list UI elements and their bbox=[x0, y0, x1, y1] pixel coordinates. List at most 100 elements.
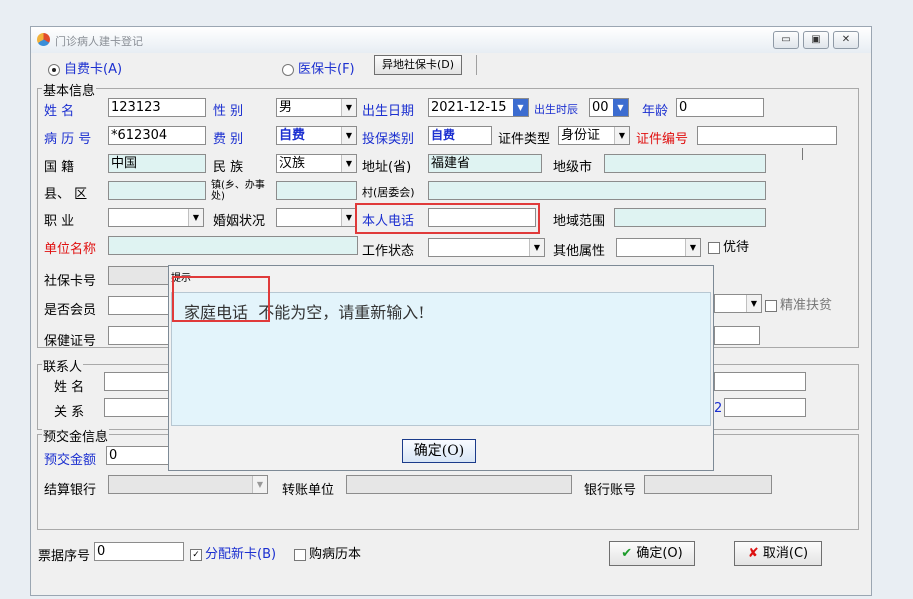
village-input[interactable] bbox=[428, 181, 766, 200]
province-input[interactable]: 福建省 bbox=[428, 154, 542, 173]
buy-book-checkbox[interactable]: 购病历本 bbox=[294, 543, 361, 562]
other-attr-label: 其他属性 bbox=[553, 244, 606, 259]
phone-label: 本人电话 bbox=[362, 214, 415, 229]
region-input[interactable] bbox=[614, 208, 766, 227]
chevron-down-icon[interactable]: ▼ bbox=[252, 476, 267, 493]
health-extra-input[interactable] bbox=[714, 326, 760, 345]
receipt-label: 票据序号 bbox=[38, 549, 91, 564]
maximize-button[interactable]: ▣ bbox=[803, 31, 829, 49]
basic-info-title: 基本信息 bbox=[42, 80, 97, 99]
fee-type-label: 费 别 bbox=[213, 132, 244, 147]
app-icon bbox=[37, 33, 50, 46]
checkbox-icon bbox=[294, 548, 306, 561]
birth-date-input[interactable]: 2021-12-15 ▼ bbox=[428, 98, 529, 117]
town-input[interactable] bbox=[276, 181, 357, 200]
chevron-down-icon[interactable]: ▼ bbox=[614, 127, 629, 144]
self-pay-radio[interactable]: 自费卡(A) bbox=[48, 58, 122, 77]
id-no-input[interactable] bbox=[697, 126, 837, 145]
fee-type-select[interactable]: 自费 ▼ bbox=[276, 126, 357, 145]
marital-select[interactable]: ▼ bbox=[276, 208, 357, 227]
contact-relation-input[interactable] bbox=[104, 398, 170, 417]
id-no-label: 证件编号 bbox=[636, 132, 689, 147]
title-bar: 门诊病人建卡登记 ▭ ▣ ✕ bbox=[31, 27, 871, 53]
text-cursor bbox=[802, 148, 803, 160]
social-card-label: 社保卡号 bbox=[44, 274, 97, 289]
insurance-radio[interactable]: 医保卡(F) bbox=[282, 58, 355, 77]
chevron-down-icon[interactable]: ▼ bbox=[341, 127, 356, 144]
chevron-down-icon[interactable]: ▼ bbox=[613, 99, 628, 116]
chevron-down-icon[interactable]: ▼ bbox=[341, 209, 356, 226]
nationality-input[interactable]: 中国 bbox=[108, 154, 206, 173]
member-select[interactable] bbox=[108, 296, 170, 315]
record-no-label: 病 历 号 bbox=[44, 132, 92, 147]
transfer-unit-input[interactable] bbox=[346, 475, 572, 494]
radio-off-icon bbox=[282, 63, 294, 76]
id-type-label: 证件类型 bbox=[498, 132, 551, 147]
phone-input[interactable] bbox=[428, 208, 536, 227]
deposit-amount-input[interactable]: 0 bbox=[106, 446, 170, 465]
contact-name-input[interactable] bbox=[104, 372, 170, 391]
ethnic-label: 民 族 bbox=[213, 160, 244, 175]
ethnic-select[interactable]: 汉族 ▼ bbox=[276, 154, 357, 173]
village-label: 村(居委会) bbox=[362, 186, 415, 199]
id-type-select[interactable]: 身份证 ▼ bbox=[558, 126, 630, 145]
bank-account-input[interactable] bbox=[644, 475, 772, 494]
close-button[interactable]: ✕ bbox=[833, 31, 859, 49]
contact-extra-label: 2 bbox=[714, 401, 723, 416]
poverty-checkbox[interactable]: 精准扶贫 bbox=[765, 294, 832, 313]
chevron-down-icon[interactable]: ▼ bbox=[341, 99, 356, 116]
region-label: 地域范围 bbox=[553, 214, 606, 229]
assign-card-checkbox[interactable]: ✓ 分配新卡(B) bbox=[190, 543, 276, 562]
remote-social-card-button[interactable]: 异地社保卡(D) bbox=[374, 55, 462, 75]
work-status-select[interactable]: ▼ bbox=[428, 238, 545, 257]
confirm-button[interactable]: ✔ 确定(O) bbox=[609, 541, 695, 566]
county-label: 县、 区 bbox=[44, 187, 88, 202]
chevron-down-icon[interactable]: ▼ bbox=[513, 99, 528, 116]
city-label: 地级市 bbox=[553, 160, 593, 175]
age-label: 年龄 bbox=[642, 104, 669, 119]
dialog-ok-button[interactable]: 确定(O) bbox=[402, 439, 476, 463]
deposit-amount-label: 预交金额 bbox=[44, 453, 97, 468]
unit-label: 单位名称 bbox=[44, 242, 97, 257]
city-input[interactable] bbox=[604, 154, 766, 173]
chevron-down-icon[interactable]: ▼ bbox=[341, 155, 356, 172]
birth-date-label: 出生日期 bbox=[362, 104, 415, 119]
contact-phone-input[interactable] bbox=[714, 372, 806, 391]
unit-input[interactable] bbox=[108, 236, 358, 255]
receipt-input[interactable]: 0 bbox=[94, 542, 184, 561]
bank-account-label: 银行账号 bbox=[584, 483, 637, 498]
county-input[interactable] bbox=[108, 181, 206, 200]
checkbox-icon bbox=[708, 241, 720, 254]
chevron-down-icon[interactable]: ▼ bbox=[529, 239, 544, 256]
bank-label: 结算银行 bbox=[44, 483, 97, 498]
chevron-down-icon[interactable]: ▼ bbox=[685, 239, 700, 256]
contact-relation-label: 关 系 bbox=[54, 405, 85, 420]
member-label: 是否会员 bbox=[44, 303, 97, 318]
work-status-label: 工作状态 bbox=[362, 244, 415, 259]
occupation-label: 职 业 bbox=[44, 214, 75, 229]
other-attr-select[interactable]: ▼ bbox=[616, 238, 701, 257]
gender-label: 性 别 bbox=[213, 104, 244, 119]
age-input[interactable]: 0 bbox=[676, 98, 764, 117]
priority-checkbox[interactable]: 优待 bbox=[708, 236, 749, 255]
birth-hour-select[interactable]: 00 ▼ bbox=[589, 98, 629, 117]
record-no-input[interactable]: *612304 bbox=[108, 126, 206, 145]
attr-select[interactable]: ▼ bbox=[714, 294, 762, 313]
chevron-down-icon[interactable]: ▼ bbox=[746, 295, 761, 312]
occupation-select[interactable]: ▼ bbox=[108, 208, 204, 227]
bank-select[interactable]: ▼ bbox=[108, 475, 268, 494]
name-input[interactable]: 123123 bbox=[108, 98, 206, 117]
health-card-label: 保健证号 bbox=[44, 334, 97, 349]
gender-select[interactable]: 男 ▼ bbox=[276, 98, 357, 117]
social-card-input[interactable] bbox=[108, 266, 170, 285]
dialog-message-text: 不能为空，请重新输入! bbox=[258, 303, 425, 322]
province-label: 地址(省) bbox=[362, 160, 412, 175]
health-card-input[interactable] bbox=[108, 326, 170, 345]
contact-name-label: 姓 名 bbox=[54, 380, 85, 395]
birth-hour-label: 出生时辰 bbox=[534, 103, 578, 116]
minimize-button[interactable]: ▭ bbox=[773, 31, 799, 49]
chevron-down-icon[interactable]: ▼ bbox=[188, 209, 203, 226]
insure-type-input[interactable]: 自费 bbox=[428, 126, 492, 145]
cancel-button[interactable]: ✘ 取消(C) bbox=[734, 541, 822, 566]
contact-extra-input[interactable] bbox=[724, 398, 806, 417]
